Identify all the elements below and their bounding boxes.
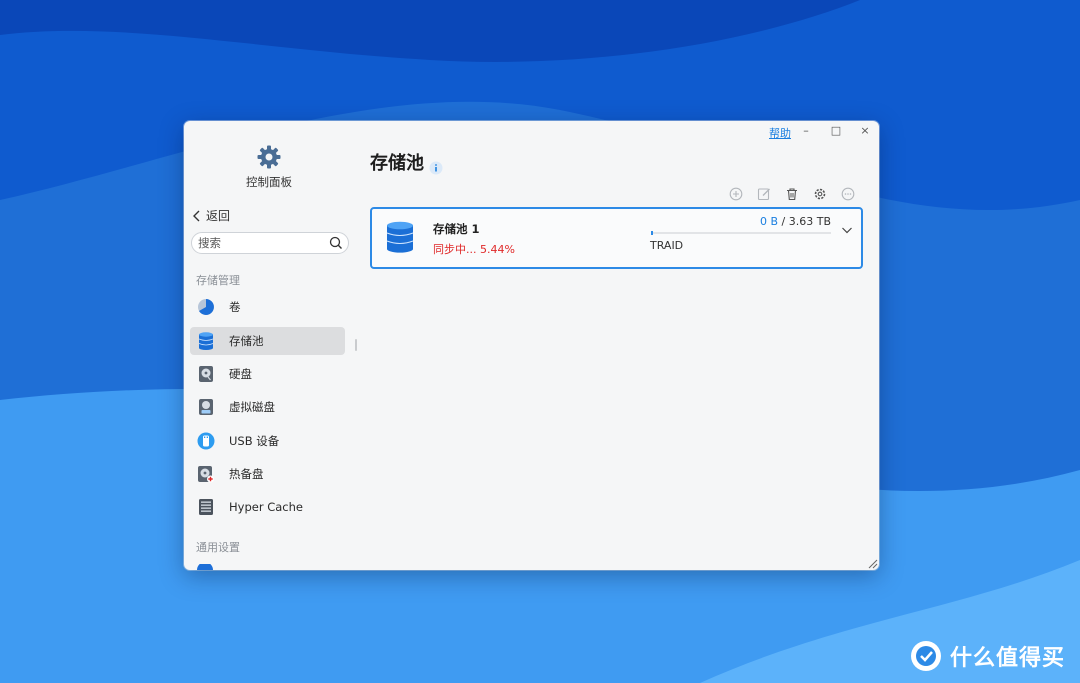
panel-header: 控制面板 <box>184 143 354 190</box>
pool-usage-bar <box>651 231 831 235</box>
usb-icon <box>196 431 216 451</box>
sidebar-item-usb-device[interactable]: USB 设备 <box>190 427 345 455</box>
resize-handle-icon[interactable] <box>866 557 878 569</box>
add-icon[interactable] <box>729 187 743 201</box>
sidebar-item-hard-drive[interactable]: 硬盘 <box>190 360 345 388</box>
sidebar-item-virtual-disk[interactable]: 虚拟磁盘 <box>190 393 345 421</box>
close-button[interactable]: × <box>858 124 872 137</box>
sidebar: 控制面板 返回 存储管理 卷 <box>184 121 354 570</box>
gear-icon <box>257 145 281 169</box>
delete-icon[interactable] <box>785 187 799 201</box>
minimize-button[interactable]: – <box>799 124 813 137</box>
search-icon[interactable] <box>329 236 343 250</box>
panel-title: 控制面板 <box>246 175 292 189</box>
sidebar-item-hyper-cache[interactable]: Hyper Cache <box>190 493 345 521</box>
chevron-down-icon[interactable] <box>841 225 853 235</box>
database-icon <box>196 331 216 351</box>
pool-total: 3.63 TB <box>788 215 831 228</box>
more-icon[interactable] <box>841 187 855 201</box>
sidebar-item-storage-pool[interactable]: 存储池 <box>190 327 345 355</box>
page-title: 存储池 <box>370 153 424 174</box>
control-panel-window: 控制面板 返回 存储管理 卷 <box>184 121 879 570</box>
hard-drive-icon <box>196 364 216 384</box>
chevron-left-icon <box>193 210 200 221</box>
storage-pool-card[interactable]: 存储池 1 同步中... 5.44% 0 B / 3.63 TB TRAID <box>370 207 863 269</box>
back-label: 返回 <box>206 209 231 223</box>
sidebar-item-label: USB 设备 <box>229 434 280 448</box>
pool-used: 0 B <box>759 215 779 228</box>
pool-sync-status: 同步中... 5.44% <box>433 243 515 256</box>
settings-icon[interactable] <box>813 187 827 201</box>
pool-capacity: 0 B / 3.63 TB <box>651 215 831 228</box>
pool-raid-type: TRAID <box>650 239 684 252</box>
sidebar-item-hot-spare[interactable]: 热备盘 <box>190 460 345 488</box>
cache-icon <box>196 497 216 517</box>
help-link[interactable]: 帮助 <box>769 125 791 141</box>
pie-chart-icon <box>196 297 216 317</box>
watermark: 什么值得买 <box>910 640 1065 672</box>
hot-spare-icon <box>196 464 216 484</box>
pool-usage-fill <box>651 231 653 235</box>
sidebar-item-label: 热备盘 <box>229 467 264 481</box>
search-input[interactable] <box>198 235 326 251</box>
maximize-button[interactable]: □ <box>829 124 843 137</box>
info-icon[interactable] <box>429 161 443 175</box>
sidebar-item-label: 硬盘 <box>229 367 252 381</box>
general-item-icon <box>197 564 213 570</box>
edit-icon[interactable] <box>757 187 771 201</box>
watermark-text: 什么值得买 <box>950 646 1066 671</box>
back-button[interactable]: 返回 <box>192 207 230 224</box>
sidebar-scrollbar[interactable] <box>355 339 357 351</box>
sidebar-item-label: 存储池 <box>229 334 264 348</box>
pool-name: 存储池 1 <box>433 222 480 236</box>
section-label-storage: 存储管理 <box>196 274 240 287</box>
sidebar-item-label: Hyper Cache <box>229 500 303 514</box>
search-box <box>191 232 349 254</box>
pool-capacity-separator: / <box>778 215 789 228</box>
database-icon <box>386 221 414 253</box>
brand-logo-icon <box>911 641 941 671</box>
sidebar-item-label: 卷 <box>229 300 241 314</box>
sidebar-item-label: 虚拟磁盘 <box>229 400 275 414</box>
virtual-disk-icon <box>196 397 216 417</box>
sidebar-item-volume[interactable]: 卷 <box>190 293 345 321</box>
section-label-general: 通用设置 <box>196 541 240 554</box>
